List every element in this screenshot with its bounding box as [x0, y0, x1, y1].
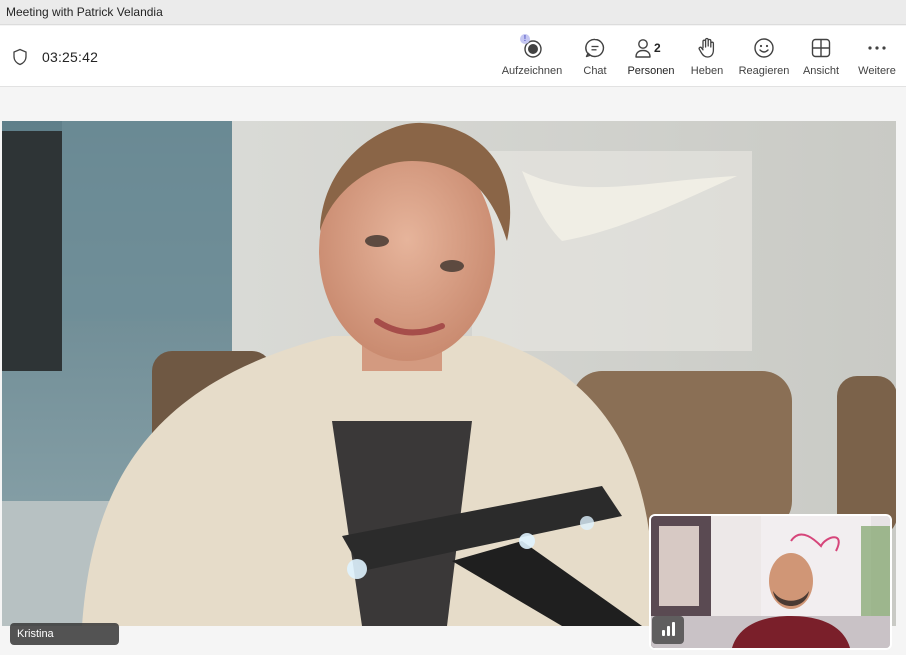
self-view-image [651, 516, 890, 648]
window-titlebar: Meeting with Patrick Velandia [0, 0, 906, 25]
people-count: 2 [654, 41, 661, 55]
chat-icon [583, 36, 607, 60]
record-label: Aufzeichnen [501, 65, 563, 77]
view-button[interactable]: Ansicht [802, 36, 840, 84]
record-icon: ! [520, 34, 544, 60]
react-button[interactable]: Reagieren [738, 36, 790, 84]
speaking-bars-icon [652, 616, 684, 644]
more-icon [865, 36, 889, 60]
more-button[interactable]: Weitere [856, 36, 898, 84]
raise-hand-icon [695, 36, 719, 60]
meeting-timer: 03:25:42 [42, 49, 99, 65]
smiley-icon [752, 36, 776, 60]
chat-label: Chat [583, 65, 607, 77]
more-label: Weitere [858, 65, 896, 77]
view-label: Ansicht [802, 65, 840, 77]
people-icon: 2 [633, 36, 669, 60]
chat-button[interactable]: Chat [578, 36, 612, 84]
self-view-video[interactable] [649, 514, 892, 650]
recording-badge-icon: ! [520, 34, 530, 44]
participant-name-tag: Kristina [10, 623, 119, 645]
meeting-toolbar: 03:25:42 ! Aufzeichnen Chat 2 Personen H… [0, 26, 906, 111]
people-label: Personen [627, 65, 675, 77]
record-button[interactable]: ! Aufzeichnen [501, 34, 563, 84]
window-title: Meeting with Patrick Velandia [6, 5, 163, 19]
shield-icon[interactable] [11, 48, 29, 66]
grid-view-icon [809, 36, 833, 60]
raise-hand-button[interactable]: Heben [689, 36, 725, 84]
people-button[interactable]: 2 Personen [626, 36, 676, 84]
participant-name: Kristina [17, 628, 54, 640]
raise-hand-label: Heben [690, 65, 724, 77]
react-label: Reagieren [738, 65, 790, 77]
